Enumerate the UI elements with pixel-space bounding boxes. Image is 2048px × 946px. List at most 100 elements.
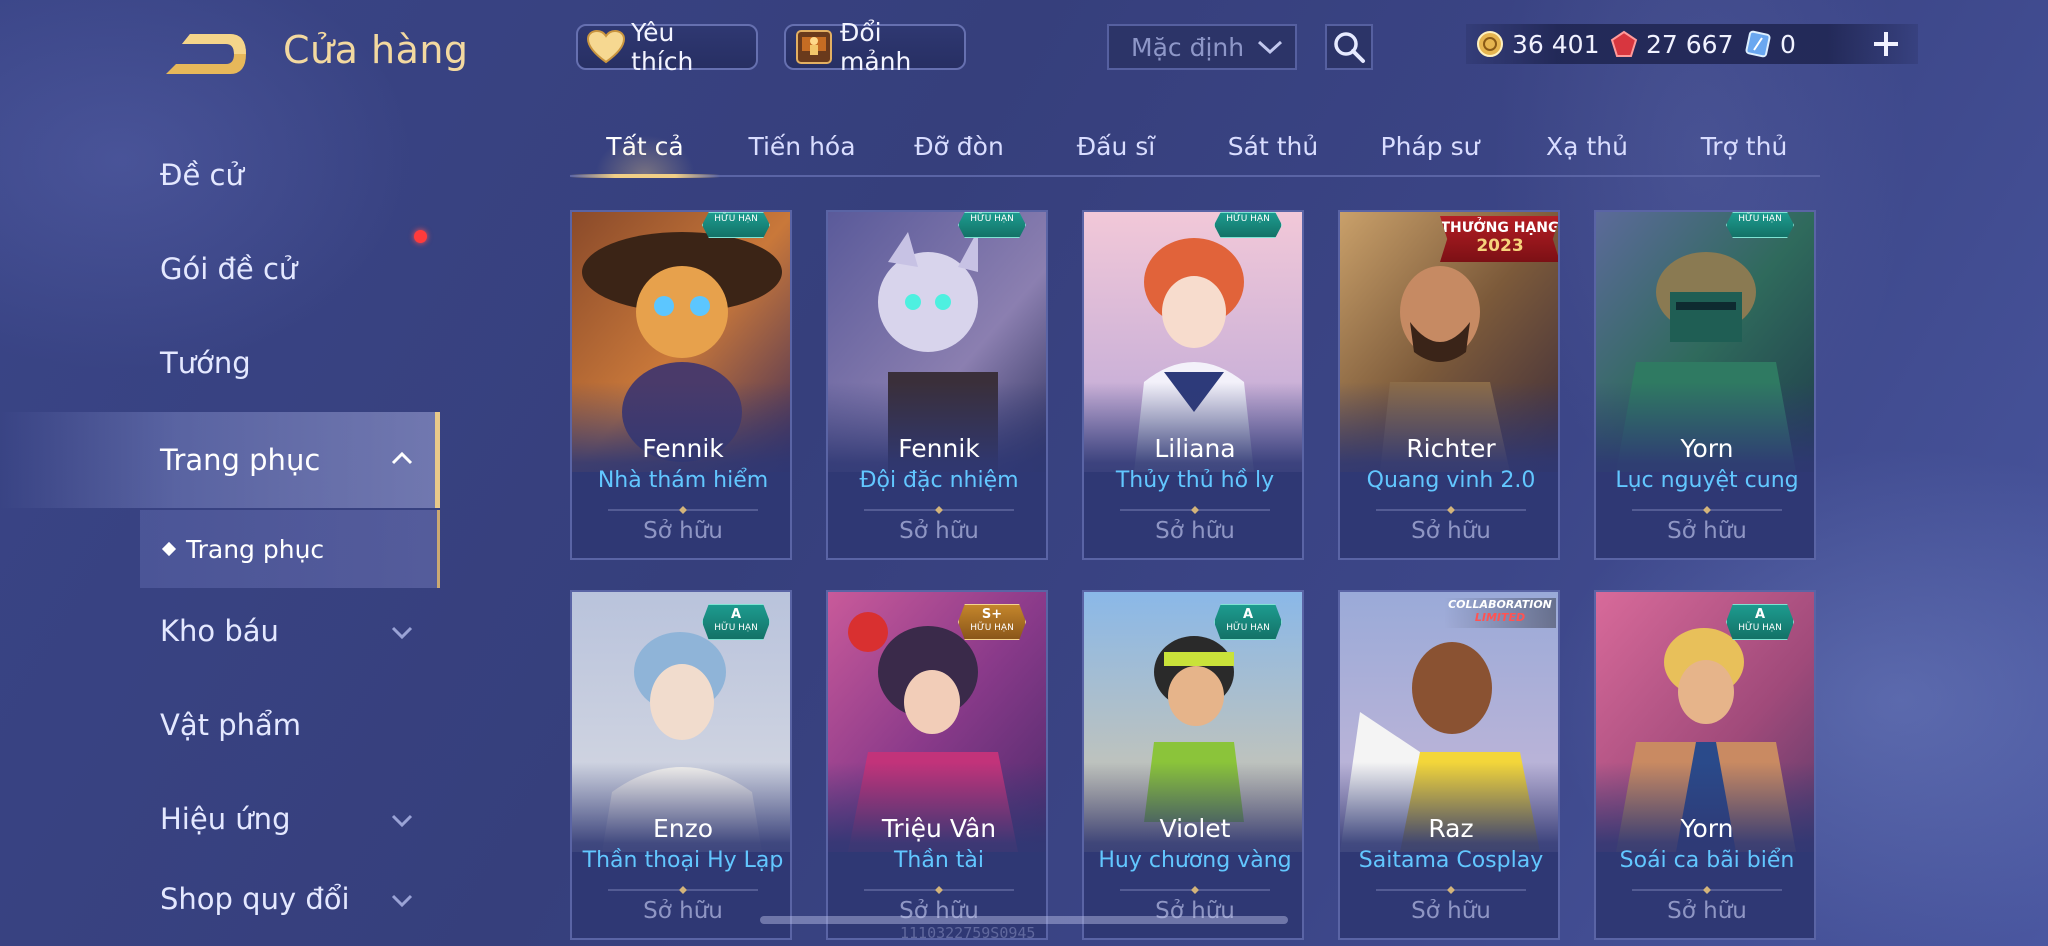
skin-name: Thần thoại Hy Lạp (582, 848, 784, 873)
tier-limited-badge: A HỮU HẠN (1214, 604, 1282, 640)
tab-mage[interactable]: Pháp sư (1355, 125, 1505, 175)
currency-bar: 36 401 27 667 0 (1466, 24, 1918, 64)
role-tabs: Tất cả Tiến hóa Đỡ đòn Đấu sĩ Sát thủ Ph… (570, 125, 1820, 178)
gold-amount: 36 401 (1512, 29, 1600, 59)
limited-badge: HỮU HẠN (702, 212, 770, 238)
tab-all[interactable]: Tất cả (570, 125, 720, 178)
ribbon-year: 2023 (1476, 236, 1524, 256)
sidebar-item-label: Hiệu ứng (160, 802, 291, 836)
tier-label: A (1242, 607, 1254, 622)
sidebar-item-label: Kho báu (160, 614, 279, 648)
hero-name: Richter (1406, 434, 1496, 463)
skin-name: Thần tài (893, 848, 985, 873)
skin-card[interactable]: COLLABORATION LIMITED Raz Saitama Cospla… (1338, 590, 1560, 940)
skin-card[interactable]: A HỮU HẠN Enzo Thần thoại Hy Lạp Sở hữu (570, 590, 792, 940)
back-button[interactable] (160, 30, 250, 78)
build-id: 1110322759S0945 (900, 924, 1036, 942)
chevron-down-icon (391, 814, 413, 828)
heart-icon (586, 27, 625, 67)
tab-support[interactable]: Trợ thủ (1669, 125, 1819, 175)
add-currency-button[interactable] (1868, 24, 1904, 64)
hero-name: Yorn (1680, 814, 1734, 843)
page-title: Cửa hàng (283, 28, 469, 72)
owned-status: Sở hữu (1667, 898, 1747, 924)
tab-fighter[interactable]: Đấu sĩ (1041, 125, 1191, 175)
hero-name: Fennik (898, 434, 980, 463)
chevron-down-icon (391, 894, 413, 908)
tab-marksman[interactable]: Xạ thủ (1512, 125, 1662, 175)
tier-label: S+ (981, 607, 1003, 622)
limited-badge: HỮU HẠN (958, 212, 1026, 238)
skin-card[interactable]: HỮU HẠN Fennik Đội đặc nhiệm Sở hữu (826, 210, 1048, 560)
hero-name: Fennik (642, 434, 724, 463)
tab-tank[interactable]: Đỡ đòn (884, 125, 1034, 175)
owned-status: Sở hữu (1411, 518, 1491, 544)
hero-name: Liliana (1154, 434, 1236, 463)
exchange-shards-button[interactable]: Đổi mảnh (784, 18, 966, 76)
divider-ornament (864, 506, 1014, 514)
sidebar-item-label: Trang phục (160, 443, 321, 477)
skin-name: Saitama Cosplay (1358, 848, 1544, 873)
owned-status: Sở hữu (1411, 898, 1491, 924)
horizontal-scrollbar[interactable] (760, 916, 1288, 924)
owned-status: Sở hữu (643, 898, 723, 924)
limited-label: HỮU HẠN (970, 623, 1014, 633)
gem-amount: 27 667 (1646, 29, 1734, 59)
sidebar-item-recommended[interactable]: Đề cử (0, 130, 440, 220)
divider-ornament (1376, 506, 1526, 514)
skin-card[interactable]: A HỮU HẠN Violet Huy chương vàng Sở hữu (1082, 590, 1304, 940)
skin-name: Đội đặc nhiệm (859, 468, 1019, 493)
divider-ornament (1632, 886, 1782, 894)
tier-label: A (730, 607, 742, 622)
divider-ornament (1376, 886, 1526, 894)
sidebar-item-effects[interactable]: Hiệu ứng (0, 774, 440, 864)
tier-limited-badge: A HỮU HẠN (1726, 604, 1794, 640)
sort-dropdown[interactable]: Mặc định (1107, 24, 1297, 70)
limited-label: HỮU HẠN (1226, 623, 1270, 633)
owned-status: Sở hữu (1667, 518, 1747, 544)
sidebar-subitem-label: Trang phục (186, 534, 325, 564)
exchange-shards-label: Đổi mảnh (840, 18, 912, 76)
chevron-down-icon (391, 626, 413, 640)
owned-status: Sở hữu (643, 518, 723, 544)
gold-currency: 36 401 (1476, 30, 1610, 59)
sidebar-item-bundles[interactable]: Gói đề cử (0, 224, 440, 314)
skin-card[interactable]: HỮU HẠN Liliana Thủy thủ hồ ly Sở hữu (1082, 210, 1304, 560)
collab-text: COLLABORATION (1448, 598, 1552, 611)
rank-reward-ribbon: THƯỞNG HẠNG 2023 (1440, 216, 1558, 262)
skin-card[interactable]: S+ HỮU HẠN Triệu Vân Thần tài Sở hữu (826, 590, 1048, 940)
skin-card[interactable]: HỮU HẠN Yorn Lục nguyệt cung Sở hữu (1594, 210, 1816, 560)
skin-grid: HỮU HẠN Fennik Nhà thám hiểm Sở hữu HỮU … (570, 210, 1820, 946)
search-button[interactable] (1325, 24, 1373, 70)
sidebar: Đề cử Gói đề cử Tướng Trang phục Trang p… (0, 130, 440, 946)
skin-card[interactable]: THƯỞNG HẠNG 2023 Richter Quang vinh 2.0 … (1338, 210, 1560, 560)
limited-label: HỮU HẠN (714, 623, 758, 633)
owned-status: Sở hữu (899, 518, 979, 544)
sidebar-item-label: Tướng (160, 346, 251, 380)
hero-name: Triệu Vân (881, 814, 997, 843)
collaboration-badge: COLLABORATION LIMITED (1444, 598, 1556, 628)
sidebar-item-skins[interactable]: Trang phục (0, 412, 440, 508)
limited-label: HỮU HẠN (1738, 623, 1782, 633)
favorite-button[interactable]: Yêu thích (576, 18, 758, 76)
gem-currency: 27 667 (1610, 30, 1744, 59)
sidebar-item-treasure[interactable]: Kho báu (0, 586, 440, 676)
sidebar-item-label: Shop quy đổi (160, 882, 350, 916)
collab-limited-text: LIMITED (1474, 611, 1526, 624)
tab-assassin[interactable]: Sát thủ (1198, 125, 1348, 175)
tab-evolution[interactable]: Tiến hóa (727, 125, 877, 175)
tier-limited-badge: S+ HỮU HẠN (958, 604, 1026, 640)
red-gem-icon (1610, 30, 1638, 57)
divider-ornament (864, 886, 1014, 894)
sidebar-item-exchange-shop[interactable]: Shop quy đổi (0, 854, 440, 944)
hero-name: Enzo (652, 814, 714, 843)
sidebar-item-heroes[interactable]: Tướng (0, 318, 440, 408)
chevron-up-icon (391, 451, 413, 465)
treasure-chest-icon (794, 27, 834, 67)
skin-card[interactable]: A HỮU HẠN Yorn Soái ca bãi biển Sở hữu (1594, 590, 1816, 940)
sidebar-item-items[interactable]: Vật phẩm (0, 680, 440, 770)
divider-ornament (1120, 886, 1270, 894)
skin-card[interactable]: HỮU HẠN Fennik Nhà thám hiểm Sở hữu (570, 210, 792, 560)
sidebar-subitem-skins[interactable]: Trang phục (140, 510, 440, 588)
hero-name: Yorn (1680, 434, 1734, 463)
